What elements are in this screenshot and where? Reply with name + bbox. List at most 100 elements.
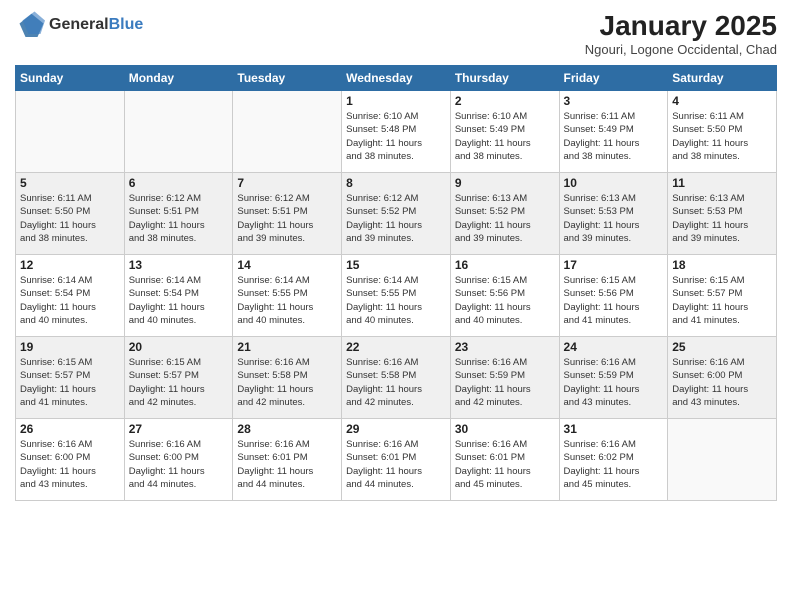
page-container: General Blue January 2025 Ngouri, Logone… bbox=[0, 0, 792, 612]
table-row: 22 Sunrise: 6:16 AM Sunset: 5:58 PM Dayli… bbox=[342, 337, 451, 419]
day-number: 19 bbox=[20, 340, 120, 354]
table-row bbox=[233, 91, 342, 173]
day-info: Sunrise: 6:14 AM Sunset: 5:54 PM Dayligh… bbox=[129, 274, 229, 327]
logo-icon bbox=[15, 10, 45, 40]
table-row: 25 Sunrise: 6:16 AM Sunset: 6:00 PM Dayli… bbox=[668, 337, 777, 419]
day-number: 14 bbox=[237, 258, 337, 272]
header-row: Sunday Monday Tuesday Wednesday Thursday… bbox=[16, 66, 777, 91]
day-info: Sunrise: 6:16 AM Sunset: 6:00 PM Dayligh… bbox=[20, 438, 120, 491]
day-number: 17 bbox=[564, 258, 664, 272]
table-row: 27 Sunrise: 6:16 AM Sunset: 6:00 PM Dayli… bbox=[124, 419, 233, 501]
day-info: Sunrise: 6:16 AM Sunset: 5:58 PM Dayligh… bbox=[346, 356, 446, 409]
title-block: January 2025 Ngouri, Logone Occidental, … bbox=[585, 10, 777, 57]
table-row: 14 Sunrise: 6:14 AM Sunset: 5:55 PM Dayli… bbox=[233, 255, 342, 337]
table-row: 9Sunrise: 6:13 AM Sunset: 5:52 PM Daylig… bbox=[450, 173, 559, 255]
table-row: 21 Sunrise: 6:16 AM Sunset: 5:58 PM Dayli… bbox=[233, 337, 342, 419]
calendar-week-3: 19 Sunrise: 6:15 AM Sunset: 5:57 PM Dayli… bbox=[16, 337, 777, 419]
table-row: 15 Sunrise: 6:14 AM Sunset: 5:55 PM Dayli… bbox=[342, 255, 451, 337]
day-info: Sunrise: 6:13 AM Sunset: 5:52 PM Dayligh… bbox=[455, 192, 555, 245]
day-number: 24 bbox=[564, 340, 664, 354]
day-number: 26 bbox=[20, 422, 120, 436]
day-number: 22 bbox=[346, 340, 446, 354]
table-row: 10 Sunrise: 6:13 AM Sunset: 5:53 PM Dayli… bbox=[559, 173, 668, 255]
day-info: Sunrise: 6:14 AM Sunset: 5:55 PM Dayligh… bbox=[237, 274, 337, 327]
day-info: Sunrise: 6:16 AM Sunset: 5:59 PM Dayligh… bbox=[455, 356, 555, 409]
day-info: Sunrise: 6:11 AM Sunset: 5:50 PM Dayligh… bbox=[672, 110, 772, 163]
table-row: 4Sunrise: 6:11 AM Sunset: 5:50 PM Daylig… bbox=[668, 91, 777, 173]
table-row: 8 Sunrise: 6:12 AM Sunset: 5:52 PM Daylig… bbox=[342, 173, 451, 255]
header-friday: Friday bbox=[559, 66, 668, 91]
logo-general: General bbox=[49, 17, 109, 33]
day-number: 25 bbox=[672, 340, 772, 354]
table-row: 13 Sunrise: 6:14 AM Sunset: 5:54 PM Dayli… bbox=[124, 255, 233, 337]
day-info: Sunrise: 6:10 AM Sunset: 5:48 PM Dayligh… bbox=[346, 110, 446, 163]
table-row: 7 Sunrise: 6:12 AM Sunset: 5:51 PM Daylig… bbox=[233, 173, 342, 255]
header-monday: Monday bbox=[124, 66, 233, 91]
day-info: Sunrise: 6:11 AM Sunset: 5:49 PM Dayligh… bbox=[564, 110, 664, 163]
day-number: 27 bbox=[129, 422, 229, 436]
day-info: Sunrise: 6:16 AM Sunset: 6:00 PM Dayligh… bbox=[672, 356, 772, 409]
table-row: 16Sunrise: 6:15 AM Sunset: 5:56 PM Dayli… bbox=[450, 255, 559, 337]
day-info: Sunrise: 6:15 AM Sunset: 5:56 PM Dayligh… bbox=[455, 274, 555, 327]
calendar-location: Ngouri, Logone Occidental, Chad bbox=[585, 42, 777, 57]
day-info: Sunrise: 6:16 AM Sunset: 6:01 PM Dayligh… bbox=[346, 438, 446, 491]
day-info: Sunrise: 6:16 AM Sunset: 6:02 PM Dayligh… bbox=[564, 438, 664, 491]
page-header: General Blue January 2025 Ngouri, Logone… bbox=[15, 10, 777, 57]
table-row: 19Sunrise: 6:15 AM Sunset: 5:57 PM Dayli… bbox=[16, 337, 125, 419]
table-row: 29Sunrise: 6:16 AM Sunset: 6:01 PM Dayli… bbox=[342, 419, 451, 501]
day-info: Sunrise: 6:15 AM Sunset: 5:57 PM Dayligh… bbox=[129, 356, 229, 409]
day-number: 7 bbox=[237, 176, 337, 190]
day-info: Sunrise: 6:12 AM Sunset: 5:51 PM Dayligh… bbox=[237, 192, 337, 245]
table-row: 28Sunrise: 6:16 AM Sunset: 6:01 PM Dayli… bbox=[233, 419, 342, 501]
table-row: 1Sunrise: 6:10 AM Sunset: 5:48 PM Daylig… bbox=[342, 91, 451, 173]
day-info: Sunrise: 6:16 AM Sunset: 6:01 PM Dayligh… bbox=[455, 438, 555, 491]
header-wednesday: Wednesday bbox=[342, 66, 451, 91]
header-sunday: Sunday bbox=[16, 66, 125, 91]
day-info: Sunrise: 6:13 AM Sunset: 5:53 PM Dayligh… bbox=[672, 192, 772, 245]
day-number: 30 bbox=[455, 422, 555, 436]
day-info: Sunrise: 6:10 AM Sunset: 5:49 PM Dayligh… bbox=[455, 110, 555, 163]
table-row: 20Sunrise: 6:15 AM Sunset: 5:57 PM Dayli… bbox=[124, 337, 233, 419]
day-number: 13 bbox=[129, 258, 229, 272]
day-info: Sunrise: 6:16 AM Sunset: 6:01 PM Dayligh… bbox=[237, 438, 337, 491]
day-info: Sunrise: 6:15 AM Sunset: 5:57 PM Dayligh… bbox=[672, 274, 772, 327]
day-number: 15 bbox=[346, 258, 446, 272]
day-number: 3 bbox=[564, 94, 664, 108]
day-number: 18 bbox=[672, 258, 772, 272]
day-info: Sunrise: 6:15 AM Sunset: 5:56 PM Dayligh… bbox=[564, 274, 664, 327]
day-number: 6 bbox=[129, 176, 229, 190]
header-tuesday: Tuesday bbox=[233, 66, 342, 91]
header-saturday: Saturday bbox=[668, 66, 777, 91]
table-row: 2Sunrise: 6:10 AM Sunset: 5:49 PM Daylig… bbox=[450, 91, 559, 173]
logo-blue: Blue bbox=[109, 17, 144, 33]
day-info: Sunrise: 6:16 AM Sunset: 6:00 PM Dayligh… bbox=[129, 438, 229, 491]
day-info: Sunrise: 6:14 AM Sunset: 5:55 PM Dayligh… bbox=[346, 274, 446, 327]
day-number: 12 bbox=[20, 258, 120, 272]
day-number: 5 bbox=[20, 176, 120, 190]
table-row: 26 Sunrise: 6:16 AM Sunset: 6:00 PM Dayli… bbox=[16, 419, 125, 501]
table-row: 3 Sunrise: 6:11 AM Sunset: 5:49 PM Daylig… bbox=[559, 91, 668, 173]
table-row: 18 Sunrise: 6:15 AM Sunset: 5:57 PM Dayli… bbox=[668, 255, 777, 337]
calendar-week-0: 1Sunrise: 6:10 AM Sunset: 5:48 PM Daylig… bbox=[16, 91, 777, 173]
day-number: 8 bbox=[346, 176, 446, 190]
day-number: 23 bbox=[455, 340, 555, 354]
day-number: 10 bbox=[564, 176, 664, 190]
calendar-week-4: 26 Sunrise: 6:16 AM Sunset: 6:00 PM Dayli… bbox=[16, 419, 777, 501]
day-number: 21 bbox=[237, 340, 337, 354]
day-info: Sunrise: 6:16 AM Sunset: 5:59 PM Dayligh… bbox=[564, 356, 664, 409]
calendar-title: January 2025 bbox=[585, 10, 777, 42]
day-info: Sunrise: 6:16 AM Sunset: 5:58 PM Dayligh… bbox=[237, 356, 337, 409]
day-info: Sunrise: 6:12 AM Sunset: 5:52 PM Dayligh… bbox=[346, 192, 446, 245]
table-row: 11Sunrise: 6:13 AM Sunset: 5:53 PM Dayli… bbox=[668, 173, 777, 255]
header-thursday: Thursday bbox=[450, 66, 559, 91]
table-row: 23 Sunrise: 6:16 AM Sunset: 5:59 PM Dayli… bbox=[450, 337, 559, 419]
calendar-week-2: 12 Sunrise: 6:14 AM Sunset: 5:54 PM Dayli… bbox=[16, 255, 777, 337]
table-row: 30 Sunrise: 6:16 AM Sunset: 6:01 PM Dayli… bbox=[450, 419, 559, 501]
table-row: 6Sunrise: 6:12 AM Sunset: 5:51 PM Daylig… bbox=[124, 173, 233, 255]
day-info: Sunrise: 6:13 AM Sunset: 5:53 PM Dayligh… bbox=[564, 192, 664, 245]
table-row: 17 Sunrise: 6:15 AM Sunset: 5:56 PM Dayli… bbox=[559, 255, 668, 337]
table-row: 12Sunrise: 6:14 AM Sunset: 5:54 PM Dayli… bbox=[16, 255, 125, 337]
logo: General Blue bbox=[15, 10, 143, 40]
table-row bbox=[124, 91, 233, 173]
table-row bbox=[16, 91, 125, 173]
